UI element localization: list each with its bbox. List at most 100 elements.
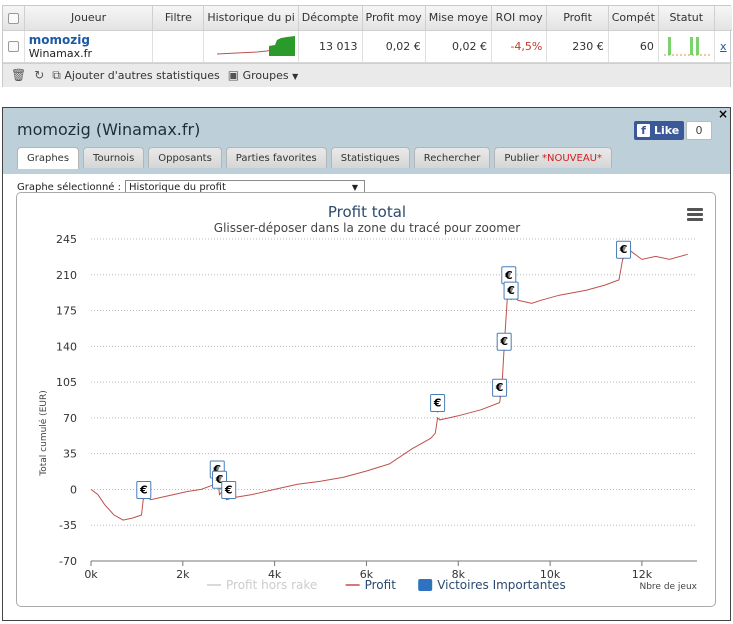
groups-label: Groupes: [242, 69, 289, 82]
tab-opposants[interactable]: Opposants: [148, 147, 222, 168]
y-tick-label: -70: [59, 555, 77, 568]
tab-label: Publier: [504, 152, 539, 164]
legend-item[interactable]: Victoires Importantes: [418, 578, 566, 592]
select-all-checkbox[interactable]: [7, 12, 19, 24]
column-header-remove: [714, 6, 732, 31]
mise-moy-cell: 0,02 €: [425, 30, 492, 63]
graph-selector-label: Graphe sélectionné :: [17, 181, 121, 193]
remove-row-link[interactable]: x: [720, 40, 727, 53]
facebook-like-button[interactable]: f Like: [634, 121, 684, 140]
column-header-decompte[interactable]: Décompte: [298, 6, 363, 31]
euro-icon: €: [506, 284, 515, 297]
victory-flag[interactable]: €: [430, 394, 446, 413]
column-header-filtre[interactable]: Filtre: [152, 6, 205, 31]
add-stats-button[interactable]: ⧉ Ajouter d'autres statistiques: [52, 68, 219, 83]
save-icon: ▣: [227, 68, 240, 82]
legend-label: Victoires Importantes: [437, 578, 566, 592]
player-cell[interactable]: momozig Winamax.fr: [24, 30, 154, 63]
y-tick-label: 35: [63, 448, 77, 461]
table-header-row: Joueur Filtre Historique du pi Décompte …: [3, 6, 732, 31]
panel-header: × momozig (Winamax.fr) f Like 0 Graphes …: [3, 107, 730, 174]
row-checkbox[interactable]: [7, 41, 19, 52]
like-label: Like: [654, 124, 680, 137]
y-tick-label: 245: [56, 233, 77, 246]
table-row[interactable]: momozig Winamax.fr 13 013 0,02 € 0,02 € …: [3, 30, 732, 63]
player-site: Winamax.fr: [28, 46, 93, 60]
victory-flag[interactable]: €: [496, 332, 512, 352]
column-header-roi-moy[interactable]: ROI moy: [491, 6, 548, 31]
groups-dropdown[interactable]: ▣ Groupes ▼: [228, 68, 299, 82]
y-tick-label: -35: [59, 519, 77, 532]
roi-cell: -4,5%: [491, 30, 548, 63]
euro-icon: €: [504, 269, 513, 282]
tab-tournois[interactable]: Tournois: [83, 147, 145, 168]
column-header-profit-moy[interactable]: Profit moy: [362, 6, 426, 31]
y-tick-label: 105: [56, 376, 77, 389]
victory-flag[interactable]: €: [492, 378, 508, 398]
profit-moy-cell: 0,02 €: [362, 30, 426, 63]
victory-flag[interactable]: €: [221, 480, 237, 500]
column-header-joueur[interactable]: Joueur: [24, 6, 154, 31]
add-stats-label: Ajouter d'autres statistiques: [64, 68, 220, 82]
player-panel: × momozig (Winamax.fr) f Like 0 Graphes …: [2, 107, 731, 621]
tab-publier[interactable]: Publier *NOUVEAU*: [494, 147, 612, 168]
competitions-cell: 60: [608, 30, 659, 63]
table-toolbar: 🗑 ↻ ⧉ Ajouter d'autres statistiques ▣ Gr…: [3, 62, 730, 87]
profit-cell: 230 €: [546, 30, 609, 63]
history-sparkline-cell: [203, 30, 299, 63]
chart-container[interactable]: Profit total Glisser-déposer dans la zon…: [16, 192, 716, 607]
x-tick-label: 12k: [632, 568, 653, 581]
legend-label: Profit hors rake: [226, 578, 317, 592]
chart-menu-icon[interactable]: [687, 208, 703, 223]
victory-flag[interactable]: €: [503, 281, 519, 301]
refresh-icon[interactable]: ↻: [34, 68, 44, 82]
tab-rechercher[interactable]: Rechercher: [413, 147, 491, 168]
column-header-statut[interactable]: Statut: [658, 6, 715, 31]
tab-graphes[interactable]: Graphes: [17, 147, 80, 169]
chart-subtitle: Glisser-déposer dans la zone du tracé po…: [214, 221, 520, 235]
trash-icon[interactable]: 🗑: [11, 68, 26, 82]
victory-flag[interactable]: €: [616, 240, 632, 260]
tab-label: Parties favorites: [235, 152, 317, 164]
filter-cell[interactable]: [152, 30, 205, 63]
tab-label: Opposants: [158, 152, 212, 164]
row-select-cell[interactable]: [3, 30, 25, 63]
graph-select-value: Historique du profit: [129, 181, 226, 193]
header-select-all[interactable]: [3, 6, 25, 31]
like-count: 0: [686, 121, 712, 140]
close-icon[interactable]: ×: [718, 107, 728, 121]
panel-title: momozig (Winamax.fr): [17, 120, 201, 139]
euro-icon: €: [499, 335, 508, 348]
tab-label: Rechercher: [423, 152, 481, 164]
players-table: Joueur Filtre Historique du pi Décompte …: [3, 6, 732, 63]
profit-series-line[interactable]: [90, 248, 688, 521]
players-table-panel: Joueur Filtre Historique du pi Décompte …: [2, 5, 732, 87]
y-tick-label: 210: [56, 269, 77, 282]
column-header-history[interactable]: Historique du pi: [203, 6, 299, 31]
profit-chart[interactable]: Profit total Glisser-déposer dans la zon…: [17, 193, 717, 608]
add-columns-icon: ⧉: [52, 67, 61, 82]
tab-statistiques[interactable]: Statistiques: [330, 147, 410, 168]
victory-flag[interactable]: €: [136, 480, 152, 500]
legend-item[interactable]: Profit: [345, 578, 397, 592]
y-tick-label: 70: [63, 412, 77, 425]
tab-parties-favorites[interactable]: Parties favorites: [225, 147, 327, 168]
facebook-icon: f: [637, 124, 650, 137]
column-header-competitions[interactable]: Compét: [608, 6, 659, 31]
euro-icon: €: [495, 381, 504, 394]
legend-item[interactable]: Profit hors rake: [207, 578, 317, 592]
column-header-profit[interactable]: Profit: [546, 6, 609, 31]
x-axis-label: Nbre de jeux: [639, 582, 697, 592]
y-tick-label: 0: [70, 483, 77, 496]
chart-title: Profit total: [328, 203, 406, 221]
euro-icon: €: [139, 483, 148, 496]
remove-cell: x: [714, 30, 732, 63]
y-tick-label: 175: [56, 305, 77, 318]
player-name[interactable]: momozig: [29, 33, 149, 47]
status-sparkline: [663, 36, 710, 55]
euro-icon: €: [619, 243, 628, 256]
tab-label: Statistiques: [340, 152, 400, 164]
column-header-mise-moy[interactable]: Mise moye: [425, 6, 492, 31]
legend-swatch: [418, 579, 433, 591]
euro-icon: €: [433, 397, 442, 410]
